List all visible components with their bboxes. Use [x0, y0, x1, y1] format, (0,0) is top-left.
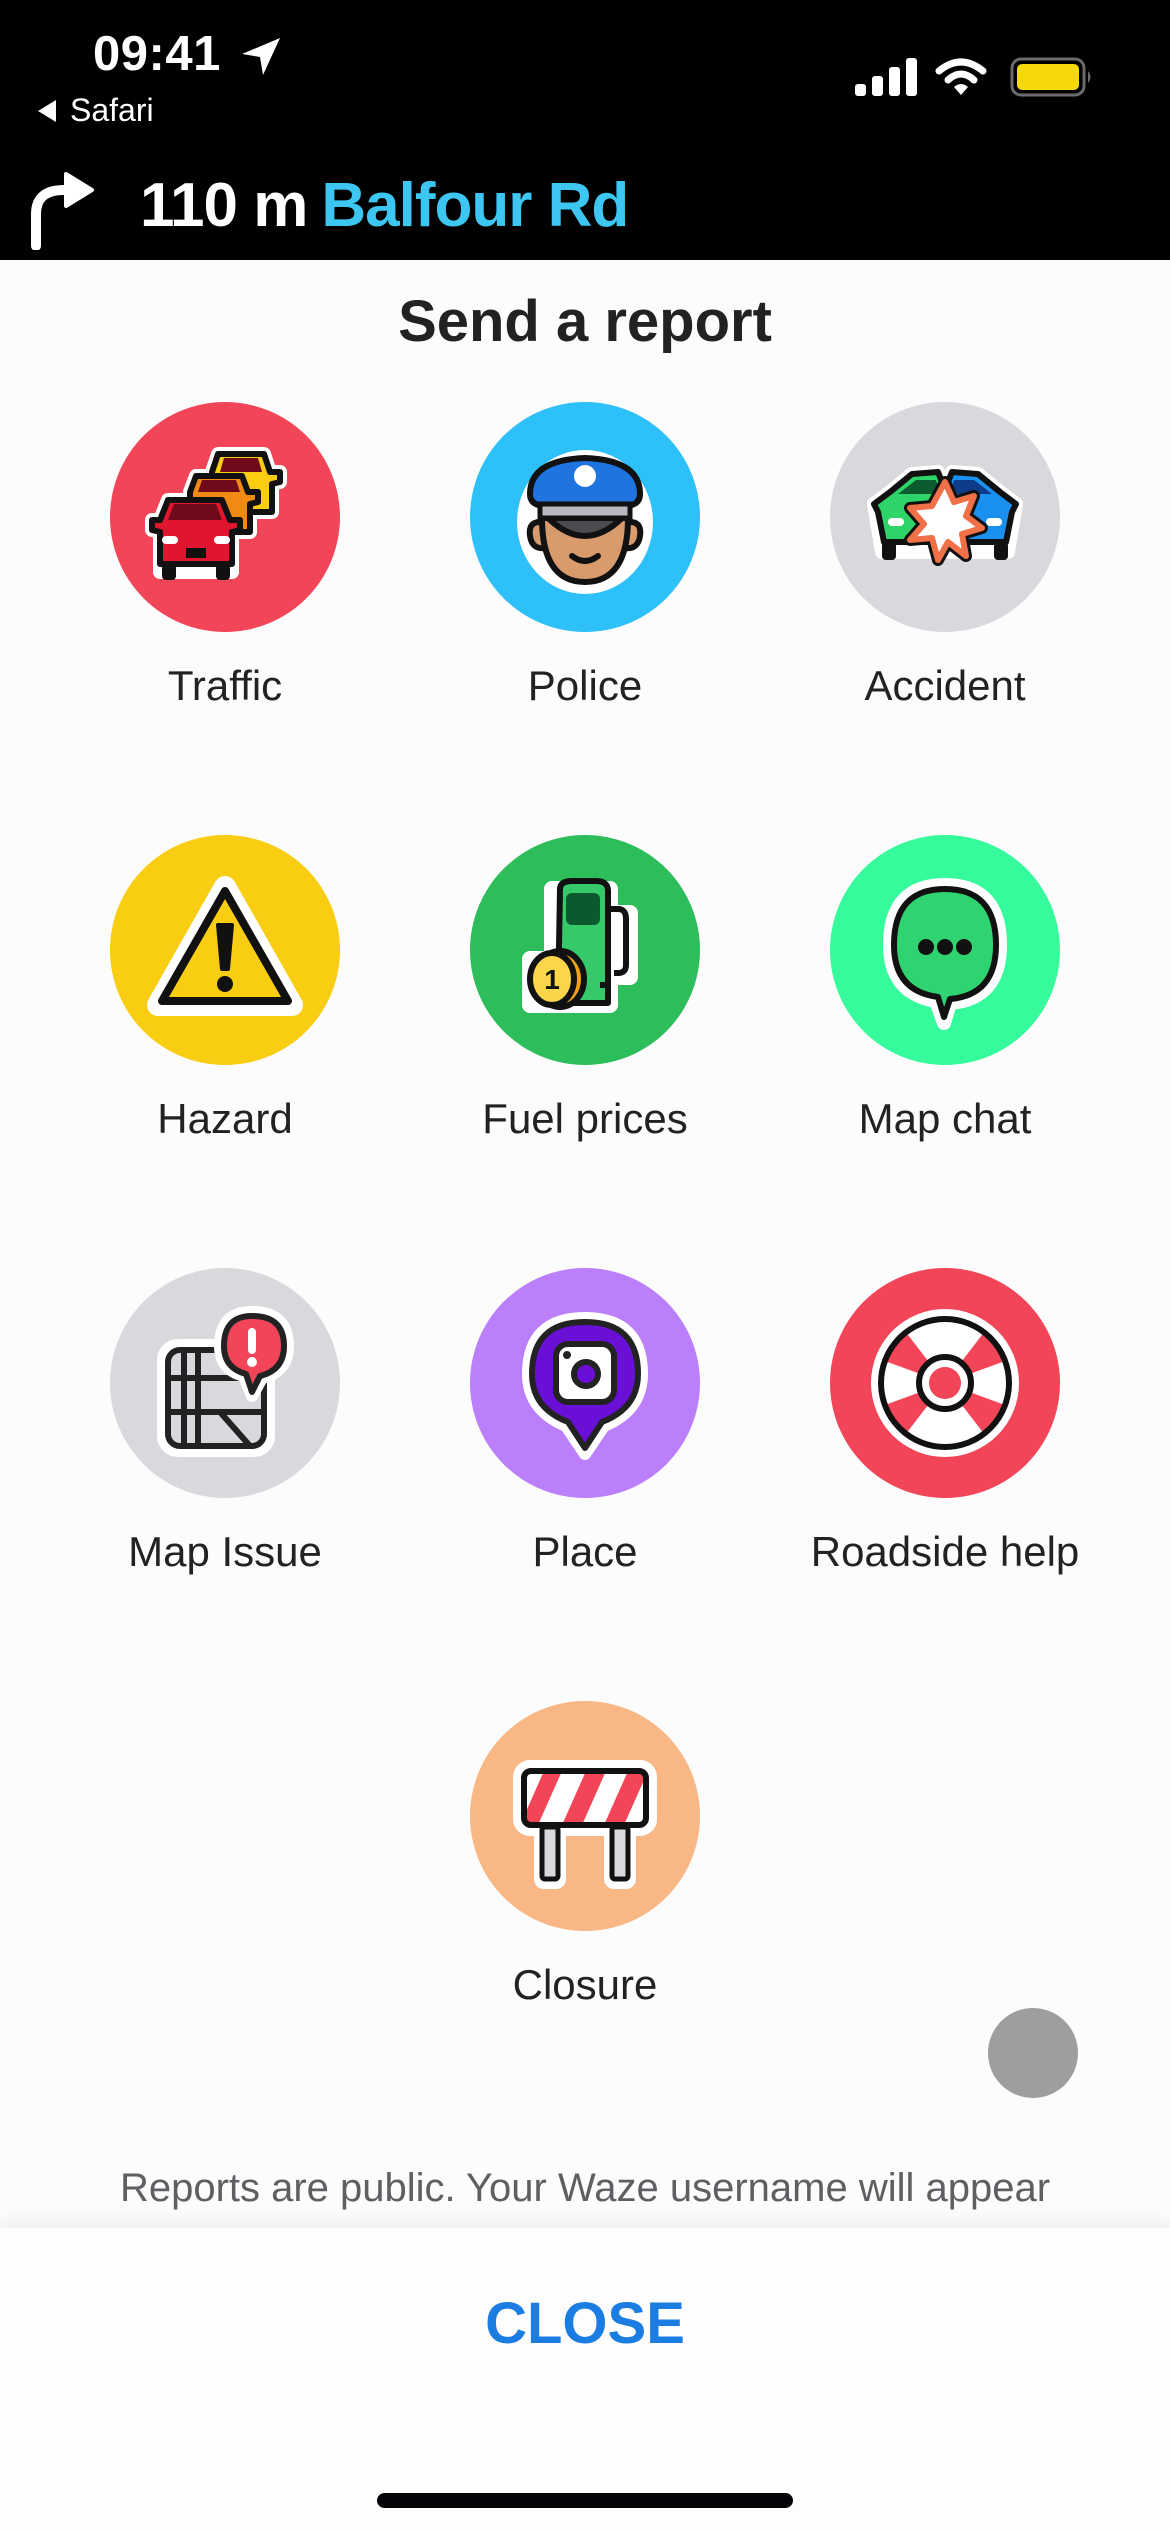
report-fuel-prices-button[interactable]: 1 Fuel prices: [420, 835, 750, 1165]
report-circle: 1: [470, 835, 700, 1065]
bottom-action-bar: CLOSE: [0, 2228, 1170, 2532]
report-label: Map Issue: [128, 1528, 322, 1575]
report-label: Traffic: [167, 662, 283, 709]
report-circle: [830, 835, 1060, 1065]
report-hazard-button[interactable]: Hazard: [60, 835, 390, 1165]
report-label: Hazard: [157, 1095, 293, 1142]
home-indicator[interactable]: [377, 2493, 793, 2508]
report-traffic-button[interactable]: Traffic: [60, 402, 390, 732]
report-closure-button[interactable]: Closure: [420, 1701, 750, 2031]
report-circle: [110, 835, 340, 1065]
police-officer-icon: [517, 450, 653, 594]
report-map-chat-button[interactable]: Map chat: [780, 835, 1110, 1165]
floating-assistive-touch-button[interactable]: [988, 2008, 1078, 2098]
svg-text:1: 1: [544, 964, 560, 995]
public-reports-notice: Reports are public. Your Waze username w…: [0, 2160, 1170, 2228]
traffic-jam-icon: [145, 447, 287, 580]
report-police-button[interactable]: Police: [420, 402, 750, 732]
report-circle: [470, 402, 700, 632]
report-accident-button[interactable]: Accident: [780, 402, 1110, 732]
report-label: Map chat: [858, 1095, 1032, 1142]
car-crash-icon: [867, 465, 1023, 566]
report-circle: [830, 402, 1060, 632]
report-roadside-help-button[interactable]: Roadside help: [780, 1268, 1110, 1598]
report-circle: [470, 1268, 700, 1498]
report-map-issue-button[interactable]: Map Issue: [60, 1268, 390, 1598]
chat-bubble-icon: [883, 878, 1007, 1030]
close-button[interactable]: CLOSE: [0, 2290, 1170, 2357]
report-label: Roadside help: [810, 1528, 1080, 1575]
report-label: Police: [527, 662, 643, 709]
report-circle: [110, 1268, 340, 1498]
report-label: Closure: [512, 1961, 658, 2008]
report-circle: [830, 1268, 1060, 1498]
report-label: Fuel prices: [482, 1095, 688, 1142]
lifebuoy-icon: [871, 1309, 1019, 1457]
report-options-grid: Traffic Police Accident Hazard 1 Fuel pr…: [0, 0, 1170, 2100]
fuel-pump-icon: 1: [522, 878, 638, 1013]
warning-triangle-icon: [147, 876, 303, 1016]
place-camera-icon: [522, 1312, 648, 1460]
report-label: Place: [532, 1528, 638, 1575]
report-place-button[interactable]: Place: [420, 1268, 750, 1598]
notice-text: Reports are public. Your Waze username w…: [119, 2166, 1051, 2228]
report-circle: [110, 402, 340, 632]
road-barrier-icon: [513, 1760, 657, 1889]
report-circle: [470, 1701, 700, 1931]
report-label: Accident: [864, 662, 1026, 709]
map-issue-icon: [157, 1306, 294, 1457]
